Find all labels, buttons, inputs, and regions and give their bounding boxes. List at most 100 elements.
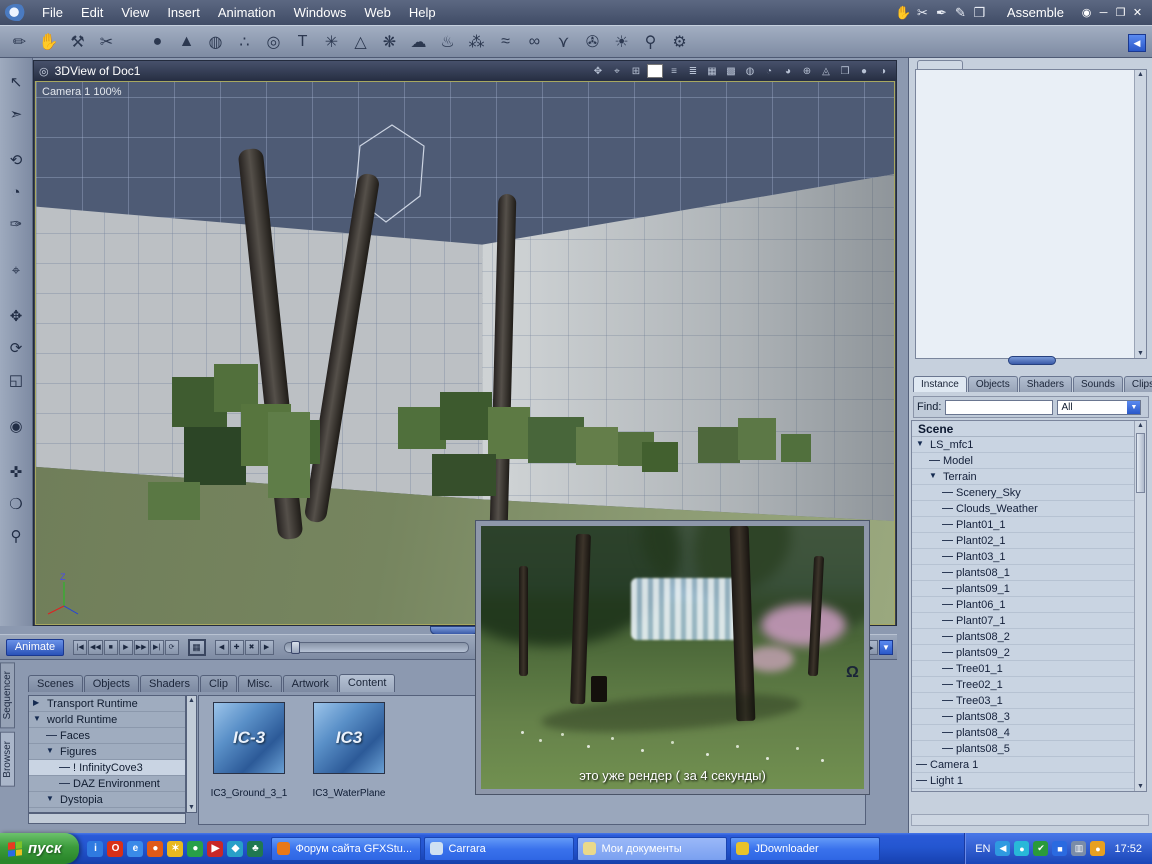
scene-item[interactable]: plants09_2 — [912, 645, 1146, 661]
delete-key-button[interactable]: ✖ — [244, 639, 259, 655]
eye-icon[interactable]: ◉ — [1078, 5, 1095, 20]
insert-text-icon[interactable]: T — [289, 29, 316, 55]
pen-tool-icon[interactable]: ✒ — [932, 5, 951, 21]
headphones-icon[interactable]: Ω — [846, 664, 859, 682]
start-button[interactable]: пуск — [0, 833, 80, 864]
browser-tree-item[interactable]: world Runtime — [29, 712, 185, 728]
dolly-tool-icon[interactable]: ❍ — [4, 492, 28, 516]
brush-tool-icon[interactable]: ✏ — [6, 29, 33, 55]
quick-launch-icon-5[interactable]: ✶ — [167, 840, 184, 857]
scene-item[interactable]: Light 1 — [912, 773, 1146, 789]
scene-item[interactable]: LS_mfc1 — [912, 437, 1146, 453]
menu-item[interactable]: File — [33, 5, 72, 20]
insert-ocean-icon[interactable]: ≈ — [492, 29, 519, 55]
hand-tool-icon[interactable]: ✋ — [894, 5, 913, 21]
browser-tab[interactable]: Shaders — [140, 675, 199, 692]
panel-tab[interactable]: Clips — [1123, 376, 1152, 392]
globe-shaded-icon[interactable]: ◕ — [780, 64, 796, 78]
scene-item[interactable]: Plant03_1 — [912, 549, 1146, 565]
axis-cross-icon[interactable]: ⊕ — [799, 64, 815, 78]
box-mode-icon[interactable]: ▦ — [704, 64, 720, 78]
quick-launch-icon-7[interactable]: ▶ — [207, 840, 224, 857]
insert-cone-icon[interactable]: ▲ — [173, 29, 200, 55]
menu-item[interactable]: Web — [355, 5, 400, 20]
browser-tab[interactable]: Artwork — [282, 675, 338, 692]
browser-tab[interactable]: Content — [338, 674, 396, 692]
loop-button[interactable]: ⟳ — [164, 639, 179, 655]
tray-icon-3[interactable]: ● — [1090, 841, 1106, 856]
timeline-slider[interactable] — [283, 640, 469, 654]
task-button[interactable]: Форум сайта GFXStu... — [271, 836, 422, 861]
insert-plant-icon[interactable]: ❋ — [376, 29, 403, 55]
globe-wire-icon[interactable]: ◍ — [742, 64, 758, 78]
insert-torus-icon[interactable]: ◎ — [260, 29, 287, 55]
grid-icon[interactable]: ⊞ — [628, 64, 644, 78]
scene-root[interactable]: Scene — [912, 421, 1146, 437]
knife-tool-icon[interactable]: ✂ — [913, 5, 932, 21]
position-icon[interactable]: ✥ — [590, 64, 606, 78]
scene-item[interactable]: Plant06_1 — [912, 597, 1146, 613]
scene-item[interactable]: Terrain — [912, 469, 1146, 485]
film-button[interactable]: ▦ — [187, 638, 206, 656]
insert-bone-icon[interactable]: ⋎ — [550, 29, 577, 55]
vertical-scrollbar[interactable] — [1134, 421, 1146, 791]
browser-tree-item[interactable]: Figures — [29, 744, 185, 760]
cut-tool-icon[interactable]: ✂ — [93, 29, 120, 55]
lasso-tool-icon[interactable]: ➣ — [4, 102, 28, 126]
insert-geosphere-icon[interactable]: ◍ — [202, 29, 229, 55]
scene-item[interactable]: Plant07_1 — [912, 613, 1146, 629]
hand-tool-icon[interactable]: ✋ — [35, 29, 62, 55]
next-key-button[interactable]: ▶ — [259, 639, 274, 655]
scene-item[interactable]: Clouds_Weather — [912, 501, 1146, 517]
browser-tree-item[interactable]: Dystopia — [29, 792, 185, 808]
insert-light-icon[interactable]: ☀ — [608, 29, 635, 55]
panel-tab[interactable]: Shaders — [1018, 376, 1072, 392]
pencil-tool-icon[interactable]: ✎ — [951, 5, 970, 21]
task-button[interactable]: JDownloader — [730, 836, 881, 861]
insert-sphere-icon[interactable]: ● — [144, 29, 171, 55]
browser-tree-item[interactable]: DAZ Environment — [29, 776, 185, 792]
triangle-icon[interactable]: ◬ — [818, 64, 834, 78]
eyedropper-tool-icon[interactable]: ✑ — [4, 212, 28, 236]
menu-item[interactable]: View — [112, 5, 158, 20]
sphere-light-icon[interactable]: ● — [856, 64, 872, 78]
task-button[interactable]: Мои документы — [577, 836, 728, 861]
menu-item[interactable]: Insert — [158, 5, 209, 20]
go-end-button[interactable]: ▶| — [149, 639, 164, 655]
scene-item[interactable]: Plant01_1 — [912, 517, 1146, 533]
insert-fountain-icon[interactable]: ⁂ — [463, 29, 490, 55]
quick-launch-icon-9[interactable]: ♣ — [247, 840, 264, 857]
content-thumbnail[interactable]: IC-3 — [213, 702, 285, 774]
minimize-button[interactable]: ─ — [1095, 5, 1112, 20]
chevron-down-icon[interactable]: ▼ — [1127, 400, 1141, 414]
scrollbar-thumb[interactable] — [1136, 433, 1145, 493]
browser-tab[interactable]: Scenes — [28, 675, 83, 692]
splitter-handle[interactable] — [1008, 356, 1056, 365]
menu-item[interactable]: Animation — [209, 5, 285, 20]
insert-particles-icon[interactable]: ✳ — [318, 29, 345, 55]
scene-item[interactable]: plants08_1 — [912, 565, 1146, 581]
panel-tab[interactable]: Sounds — [1072, 376, 1123, 392]
insert-cloud-icon[interactable]: ☁ — [405, 29, 432, 55]
timeline-handle[interactable] — [290, 640, 300, 654]
magnet-tool-icon[interactable]: ⌖ — [4, 258, 28, 282]
quick-launch-icon-2[interactable]: O — [107, 840, 124, 857]
browser-tab[interactable]: Clip — [199, 675, 237, 692]
camera-pan-tool-icon[interactable]: ✜ — [4, 460, 28, 484]
viewport-titlebar[interactable]: ◎ 3DView of Doc1 ✥ ⌖ ⊞ ■ ≡ ≣ ▦ ▩ ◍ ◔ ◕ ⊕ ◬ ❒ ● ◑ — [34, 61, 896, 81]
globe-flat-icon[interactable]: ◔ — [761, 64, 777, 78]
scene-item[interactable]: plants08_4 — [912, 725, 1146, 741]
tab-sequencer[interactable]: Sequencer — [0, 662, 15, 729]
scene-item[interactable]: Camera 1 — [912, 757, 1146, 773]
scene-item[interactable]: Tree02_1 — [912, 677, 1146, 693]
wire-mode-icon[interactable]: ≡ — [666, 64, 682, 78]
scene-item[interactable]: plants08_2 — [912, 629, 1146, 645]
scene-item[interactable]: Tree03_1 — [912, 693, 1146, 709]
browser-tree-item[interactable]: Faces — [29, 728, 185, 744]
scroll-down-button[interactable]: ▼ — [879, 640, 893, 655]
quick-launch-icon-6[interactable]: ● — [187, 840, 204, 857]
content-item[interactable]: IC-3 IC3_Ground_3_1 — [211, 702, 287, 799]
content-item[interactable]: IC3 IC3_WaterPlane — [313, 702, 386, 799]
horizontal-scrollbar[interactable] — [28, 813, 186, 824]
rotate-tool-icon[interactable]: ⟳ — [4, 336, 28, 360]
